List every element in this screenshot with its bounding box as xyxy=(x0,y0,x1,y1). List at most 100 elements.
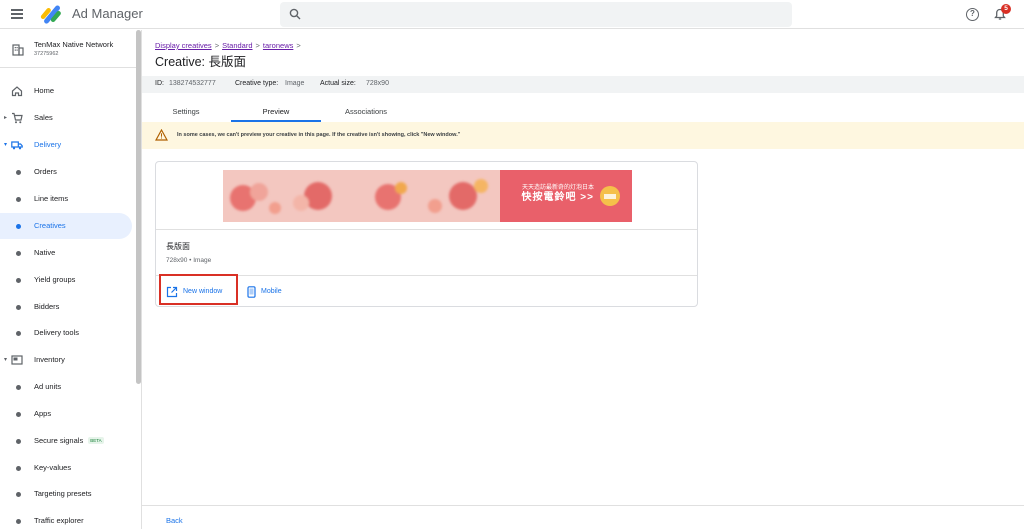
bullet-icon xyxy=(16,519,21,524)
home-icon xyxy=(11,86,23,97)
creative-type-label: Creative type: xyxy=(235,80,279,87)
mobile-button[interactable]: Mobile xyxy=(244,286,294,298)
id-value: 138274532777 xyxy=(169,80,216,87)
sidebar-item-line-items[interactable]: Line items xyxy=(0,186,132,212)
card-divider xyxy=(156,275,697,276)
sidebar-item-label: Creatives xyxy=(34,221,66,230)
tab-associations[interactable]: Associations xyxy=(331,100,401,122)
sidebar-item-label: Line items xyxy=(34,194,69,203)
bullet-icon xyxy=(16,170,21,175)
creative-name: 長版面 xyxy=(166,242,190,251)
building-icon xyxy=(12,44,24,56)
top-bar: Ad Manager ? 5 xyxy=(0,0,1024,29)
creative-info-bar: ID: 138274532777 Creative type: Image Ac… xyxy=(142,76,1024,93)
sidebar-item-sales[interactable]: ▸ Sales xyxy=(0,105,132,131)
actual-size-label: Actual size: xyxy=(320,80,356,87)
tab-preview[interactable]: Preview xyxy=(231,100,321,122)
sidebar-item-label-wrap: Secure signals BETA xyxy=(34,436,104,445)
breadcrumb-separator: > xyxy=(255,41,260,50)
sidebar-item-label: Inventory xyxy=(34,355,65,364)
actual-size-value: 728x90 xyxy=(366,80,389,87)
breadcrumb-taronews[interactable]: taronews xyxy=(263,41,293,50)
new-window-label: New window xyxy=(183,288,223,295)
page-title: Creative: 長版面 xyxy=(155,55,246,69)
sidebar-item-native[interactable]: Native xyxy=(0,240,132,266)
footer-divider xyxy=(142,505,1024,506)
search-input[interactable] xyxy=(280,2,792,27)
sidebar-item-label: Ad units xyxy=(34,382,62,391)
tab-settings[interactable]: Settings xyxy=(155,100,217,122)
sidebar-item-key-values[interactable]: Key-values xyxy=(0,455,132,481)
sidebar-item-label: Home xyxy=(34,86,55,95)
bullet-icon xyxy=(16,251,21,256)
sidebar-item-label: Delivery tools xyxy=(34,328,80,337)
sidebar-item-apps[interactable]: Apps xyxy=(0,401,132,427)
sidebar-item-label: Delivery xyxy=(34,140,62,149)
sidebar-item-orders[interactable]: Orders xyxy=(0,159,132,185)
creative-preview-card: 天天造訪最新奇的灯泡日本 快按電鈴吧 >> 長版面 728x90 • Image… xyxy=(155,161,698,307)
beta-badge: BETA xyxy=(88,437,104,444)
sidebar-item-label: Key-values xyxy=(34,463,72,472)
mobile-label: Mobile xyxy=(261,288,282,295)
sidebar-item-label: Targeting presets xyxy=(34,489,92,498)
sidebar-scrollbar[interactable] xyxy=(136,30,141,384)
main-content: Display creatives > Standard > taronews > Cre… xyxy=(142,30,1024,529)
sidebar-item-bidders[interactable]: Bidders xyxy=(0,294,132,320)
back-button[interactable]: Back xyxy=(166,516,183,525)
sidebar-item-label: Secure signals xyxy=(34,436,84,445)
bullet-icon xyxy=(16,439,21,444)
breadcrumb-display-creatives[interactable]: Display creatives xyxy=(155,41,212,50)
id-label: ID: xyxy=(155,80,164,87)
network-id: 37275962 xyxy=(34,51,59,57)
creative-meta: 728x90 • Image xyxy=(166,257,212,264)
sidebar: TenMax Native Network 37275962 Home ▸ Sa… xyxy=(0,30,142,529)
banner-line-2: 快按電鈴吧 >> xyxy=(521,192,594,203)
sidebar-item-label: Native xyxy=(34,248,56,257)
sidebar-item-inventory[interactable]: ▾ Inventory xyxy=(0,347,132,373)
warning-message: In some cases, we can't preview your cre… xyxy=(177,132,461,138)
notification-count-badge: 5 xyxy=(1001,4,1011,14)
creative-banner-image: 天天造訪最新奇的灯泡日本 快按電鈴吧 >> xyxy=(223,170,632,222)
breadcrumb-standard[interactable]: Standard xyxy=(222,41,252,50)
sidebar-item-traffic-explorer[interactable]: Traffic explorer xyxy=(0,508,132,529)
bullet-icon xyxy=(16,466,21,471)
sidebar-item-ad-units[interactable]: Ad units xyxy=(0,374,132,400)
ad-manager-logo xyxy=(40,5,61,24)
sidebar-item-secure-signals[interactable]: Secure signals BETA xyxy=(0,428,132,454)
bullet-icon xyxy=(16,305,21,310)
sidebar-item-home[interactable]: Home xyxy=(0,78,132,104)
sidebar-item-label: Yield groups xyxy=(34,275,76,284)
inventory-icon xyxy=(11,355,23,365)
open-in-new-icon xyxy=(166,286,178,298)
bullet-icon xyxy=(16,197,21,202)
breadcrumb: Display creatives > Standard > taronews > xyxy=(155,41,304,50)
sidebar-item-targeting-presets[interactable]: Targeting presets xyxy=(0,481,132,507)
sidebar-item-label: Orders xyxy=(34,167,57,176)
sidebar-item-yield-groups[interactable]: Yield groups xyxy=(0,267,132,293)
chevron-right-icon: ▸ xyxy=(4,115,8,121)
sidebar-item-delivery[interactable]: ▾ Delivery xyxy=(0,132,132,158)
sidebar-item-label: Sales xyxy=(34,113,53,122)
menu-icon[interactable] xyxy=(11,9,23,19)
bullet-icon xyxy=(16,224,21,229)
bullet-icon xyxy=(16,385,21,390)
cart-icon xyxy=(12,112,23,124)
bullet-icon xyxy=(16,331,21,336)
preview-area: 天天造訪最新奇的灯泡日本 快按電鈴吧 >> xyxy=(156,162,697,230)
sidebar-item-label: Bidders xyxy=(34,302,60,311)
network-selector[interactable]: TenMax Native Network 37275962 xyxy=(0,30,141,68)
chevron-down-icon: ▾ xyxy=(4,142,8,148)
sidebar-item-label: Apps xyxy=(34,409,52,418)
sidebar-item-creatives[interactable]: Creatives xyxy=(0,213,132,239)
search-icon xyxy=(289,8,301,20)
truck-icon xyxy=(11,141,23,150)
warning-icon xyxy=(155,129,168,141)
help-icon[interactable]: ? xyxy=(966,8,979,21)
app-name: Ad Manager xyxy=(72,6,143,21)
banner-text: 天天造訪最新奇的灯泡日本 快按電鈴吧 >> xyxy=(521,184,594,203)
new-window-button[interactable]: New window xyxy=(166,286,236,298)
sidebar-item-delivery-tools[interactable]: Delivery tools xyxy=(0,320,132,346)
breadcrumb-separator: > xyxy=(214,41,220,50)
creative-type-value: Image xyxy=(285,80,305,87)
tab-bar: Settings Preview Associations xyxy=(142,100,1024,122)
